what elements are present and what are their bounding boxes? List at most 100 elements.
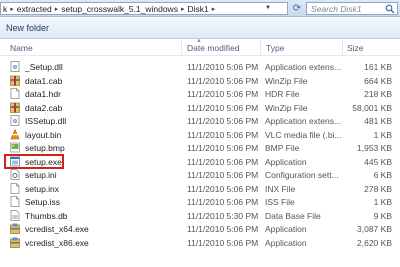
file-size: 161 KB <box>364 62 392 72</box>
file-date-modified: 11/1/2010 5:06 PM <box>187 224 259 234</box>
file-type: BMP File <box>265 143 300 153</box>
file-size: 278 KB <box>364 183 392 194</box>
file-row[interactable]: Setup.iss 11/1/2010 5:06 PM ISS File 1 KB <box>0 195 400 209</box>
file-name[interactable]: vcredist_x86.exe <box>25 238 89 248</box>
file-row[interactable]: data2.cab 11/1/2010 5:06 PM WinZip File 58,… <box>0 101 400 115</box>
ini-icon[interactable] <box>10 169 20 180</box>
file-row[interactable]: setup.inx 11/1/2010 5:06 PM INX File 278 KB <box>0 182 400 196</box>
column-divider[interactable] <box>181 40 182 56</box>
file-size: 1,953 KB <box>357 143 392 153</box>
file-name[interactable]: data1.hdr <box>25 89 61 99</box>
file-icon[interactable] <box>10 182 20 194</box>
search-placeholder[interactable]: Search Disk1 <box>311 4 362 14</box>
file-row[interactable]: Thumbs.db 11/1/2010 5:30 PM Data Base File… <box>0 209 400 223</box>
column-header-type[interactable]: Type <box>266 43 284 53</box>
file-date-modified: 11/1/2010 5:06 PM <box>187 62 259 72</box>
file-name[interactable]: Setup.iss <box>25 197 60 207</box>
file-name[interactable]: setup.inx <box>25 184 59 194</box>
file-size: 2,620 KB <box>357 237 392 248</box>
file-date-modified: 11/1/2010 5:06 PM <box>187 170 259 180</box>
file-name[interactable]: vcredist_x64.exe <box>25 224 89 234</box>
column-header-row: Name ▲ Date modified Type Size <box>0 38 400 56</box>
file-row[interactable]: vcredist_x86.exe 11/1/2010 5:06 PM Applica… <box>0 236 400 250</box>
column-header-date[interactable]: Date modified <box>187 43 239 53</box>
file-size: 3,087 KB <box>357 224 392 234</box>
column-divider[interactable] <box>342 40 343 56</box>
file-name[interactable]: data1.cab <box>25 76 62 86</box>
vlc-icon[interactable] <box>10 128 20 140</box>
file-row[interactable]: layout.bin 11/1/2010 5:06 PM VLC media fil… <box>0 128 400 142</box>
file-date-modified: 11/1/2010 5:06 PM <box>187 75 259 86</box>
cab-icon[interactable] <box>10 75 20 86</box>
address-bar-region: k ▸ extracted ▸ setup_crosswalk_5.1_wind… <box>0 0 400 17</box>
file-size: 1 KB <box>373 129 392 140</box>
file-name[interactable]: setup.ini <box>25 170 57 180</box>
file-type: VLC media file (.bi... <box>265 129 342 140</box>
file-date-modified: 11/1/2010 5:06 PM <box>187 183 259 194</box>
file-date-modified: 11/1/2010 5:06 PM <box>187 156 259 167</box>
file-row[interactable]: _Setup.dll 11/1/2010 5:06 PM Application e… <box>0 60 400 74</box>
file-size: 664 KB <box>364 75 392 86</box>
file-type: WinZip File <box>265 75 308 86</box>
file-type: INX File <box>265 183 296 194</box>
file-date-modified: 11/1/2010 5:06 PM <box>187 197 259 207</box>
file-name[interactable]: data2.cab <box>25 103 62 113</box>
file-row[interactable]: setup.ini 11/1/2010 5:06 PM Configuration … <box>0 168 400 182</box>
search-icon[interactable] <box>385 4 395 14</box>
installer-icon[interactable] <box>10 223 20 234</box>
exe-icon[interactable] <box>10 156 20 167</box>
column-divider[interactable] <box>260 40 261 56</box>
cab-icon[interactable] <box>10 102 20 113</box>
file-size: 9 KB <box>373 210 392 221</box>
dll-icon[interactable] <box>10 61 20 72</box>
db-icon[interactable] <box>10 209 20 221</box>
breadcrumb-item[interactable]: k <box>1 4 9 14</box>
command-bar: New folder <box>0 17 400 39</box>
file-size: 1 KB <box>373 197 392 207</box>
file-date-modified: 11/1/2010 5:06 PM <box>187 129 259 140</box>
file-date-modified: 11/1/2010 5:30 PM <box>187 210 259 221</box>
file-name[interactable]: setup.bmp <box>25 143 65 153</box>
file-name[interactable]: setup.exe <box>25 157 62 167</box>
file-type: Application extens... <box>265 62 342 72</box>
file-icon[interactable] <box>10 88 20 99</box>
file-row[interactable]: setup.bmp 11/1/2010 5:06 PM BMP File 1,953 … <box>0 141 400 155</box>
breadcrumb-item[interactable]: extracted <box>15 4 54 14</box>
file-date-modified: 11/1/2010 5:06 PM <box>187 116 259 126</box>
refresh-icon[interactable]: ⟳ <box>290 2 304 15</box>
column-header-name[interactable]: Name <box>10 43 33 53</box>
file-row[interactable]: data1.hdr 11/1/2010 5:06 PM HDR File 218 KB <box>0 87 400 101</box>
dll-icon[interactable] <box>10 115 20 126</box>
file-name[interactable]: Thumbs.db <box>25 211 68 221</box>
new-folder-button[interactable]: New folder <box>6 23 49 33</box>
search-input[interactable]: Search Disk1 <box>306 2 398 15</box>
file-name[interactable]: _Setup.dll <box>25 62 63 72</box>
breadcrumb-separator-icon[interactable]: ▸ <box>211 5 217 13</box>
file-row[interactable]: setup.exe 11/1/2010 5:06 PM Application 445… <box>0 153 400 169</box>
bmp-icon[interactable] <box>10 142 20 153</box>
file-date-modified: 11/1/2010 5:06 PM <box>187 102 259 113</box>
file-size: 445 KB <box>364 156 392 167</box>
file-row[interactable]: ISSetup.dll 11/1/2010 5:06 PM Application … <box>0 114 400 128</box>
file-size: 218 KB <box>364 89 392 99</box>
file-name[interactable]: layout.bin <box>25 130 61 140</box>
file-type: Configuration sett... <box>265 170 339 180</box>
file-row[interactable]: vcredist_x64.exe 11/1/2010 5:06 PM Applica… <box>0 222 400 236</box>
column-header-size[interactable]: Size <box>347 43 364 53</box>
file-size: 481 KB <box>364 116 392 126</box>
file-row[interactable]: data1.cab 11/1/2010 5:06 PM WinZip File 664… <box>0 74 400 88</box>
file-date-modified: 11/1/2010 5:06 PM <box>187 237 259 248</box>
file-name[interactable]: ISSetup.dll <box>25 116 66 126</box>
file-icon[interactable] <box>10 196 20 207</box>
file-type: Data Base File <box>265 210 321 221</box>
installer-icon[interactable] <box>10 237 20 248</box>
file-date-modified: 11/1/2010 5:06 PM <box>187 89 259 99</box>
file-type: Application <box>265 224 307 234</box>
breadcrumb-item[interactable]: Disk1 <box>185 4 210 14</box>
file-type: Application <box>265 156 307 167</box>
address-dropdown-icon[interactable]: ▼ <box>263 3 273 14</box>
breadcrumb[interactable]: k ▸ extracted ▸ setup_crosswalk_5.1_wind… <box>0 2 288 15</box>
file-type: Application extens... <box>265 116 342 126</box>
file-date-modified: 11/1/2010 5:06 PM <box>187 143 259 153</box>
breadcrumb-item[interactable]: setup_crosswalk_5.1_windows <box>59 4 180 14</box>
